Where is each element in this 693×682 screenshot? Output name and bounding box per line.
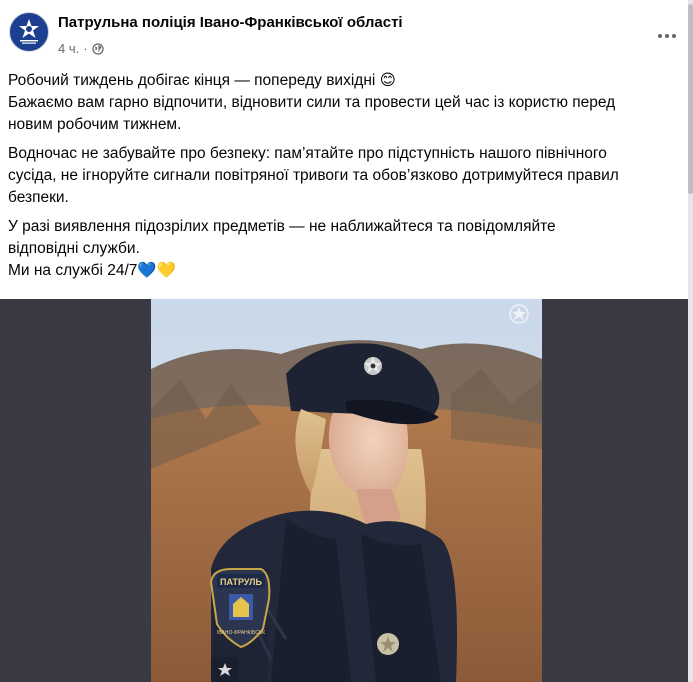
post-meta: 4 ч. · bbox=[58, 41, 104, 56]
patch-bottom-label: ІВАНО-ФРАНКІВСЬК bbox=[217, 630, 265, 636]
more-options-button[interactable] bbox=[651, 22, 683, 50]
post-paragraph: Робочий тиждень добігає кінця — попереду… bbox=[8, 70, 684, 136]
text-line: Ми на службі 24/7💙💛 bbox=[8, 262, 177, 279]
scrollbar[interactable] bbox=[688, 0, 693, 682]
text-line: сусіда, не ігноруйте сигнали повітряної … bbox=[8, 167, 619, 184]
globe-icon[interactable] bbox=[91, 42, 104, 55]
post-time[interactable]: 4 ч. bbox=[58, 41, 79, 56]
post-paragraph: У разі виявлення підозрілих предметів — … bbox=[8, 216, 684, 282]
text-line: Бажаємо вам гарно відпочити, відновити с… bbox=[8, 94, 616, 111]
patch-top-label: ПАТРУЛЬ bbox=[220, 577, 262, 587]
meta-separator: · bbox=[83, 41, 88, 56]
text-line: Робочий тиждень добігає кінця — попереду… bbox=[8, 72, 396, 89]
post-paragraph: Водночас не забувайте про безпеку: пам’я… bbox=[8, 143, 684, 209]
text-line: У разі виявлення підозрілих предметів — … bbox=[8, 218, 556, 235]
more-dots-icon bbox=[658, 34, 662, 38]
scrollbar-thumb[interactable] bbox=[688, 4, 693, 194]
text-line: новим робочим тижнем. bbox=[8, 116, 182, 133]
facebook-post: Патрульна поліція Івано-Франківської обл… bbox=[0, 0, 688, 682]
post-header: Патрульна поліція Івано-Франківської обл… bbox=[0, 0, 688, 66]
page-avatar[interactable] bbox=[9, 12, 49, 52]
text-line: безпеки. bbox=[8, 189, 69, 206]
police-officer-photo: ПАТРУЛЬ ІВАНО-ФРАНКІВСЬК bbox=[151, 299, 542, 682]
text-line: Водночас не забувайте про безпеку: пам’я… bbox=[8, 145, 607, 162]
post-photo[interactable]: ПАТРУЛЬ ІВАНО-ФРАНКІВСЬК bbox=[151, 299, 542, 682]
text-line: відповідні служби. bbox=[8, 240, 140, 257]
post-text: Робочий тиждень добігає кінця — попереду… bbox=[8, 70, 684, 289]
police-emblem-icon bbox=[19, 19, 39, 44]
post-photo-container[interactable]: ПАТРУЛЬ ІВАНО-ФРАНКІВСЬК bbox=[0, 299, 688, 682]
page-name[interactable]: Патрульна поліція Івано-Франківської обл… bbox=[58, 14, 403, 31]
